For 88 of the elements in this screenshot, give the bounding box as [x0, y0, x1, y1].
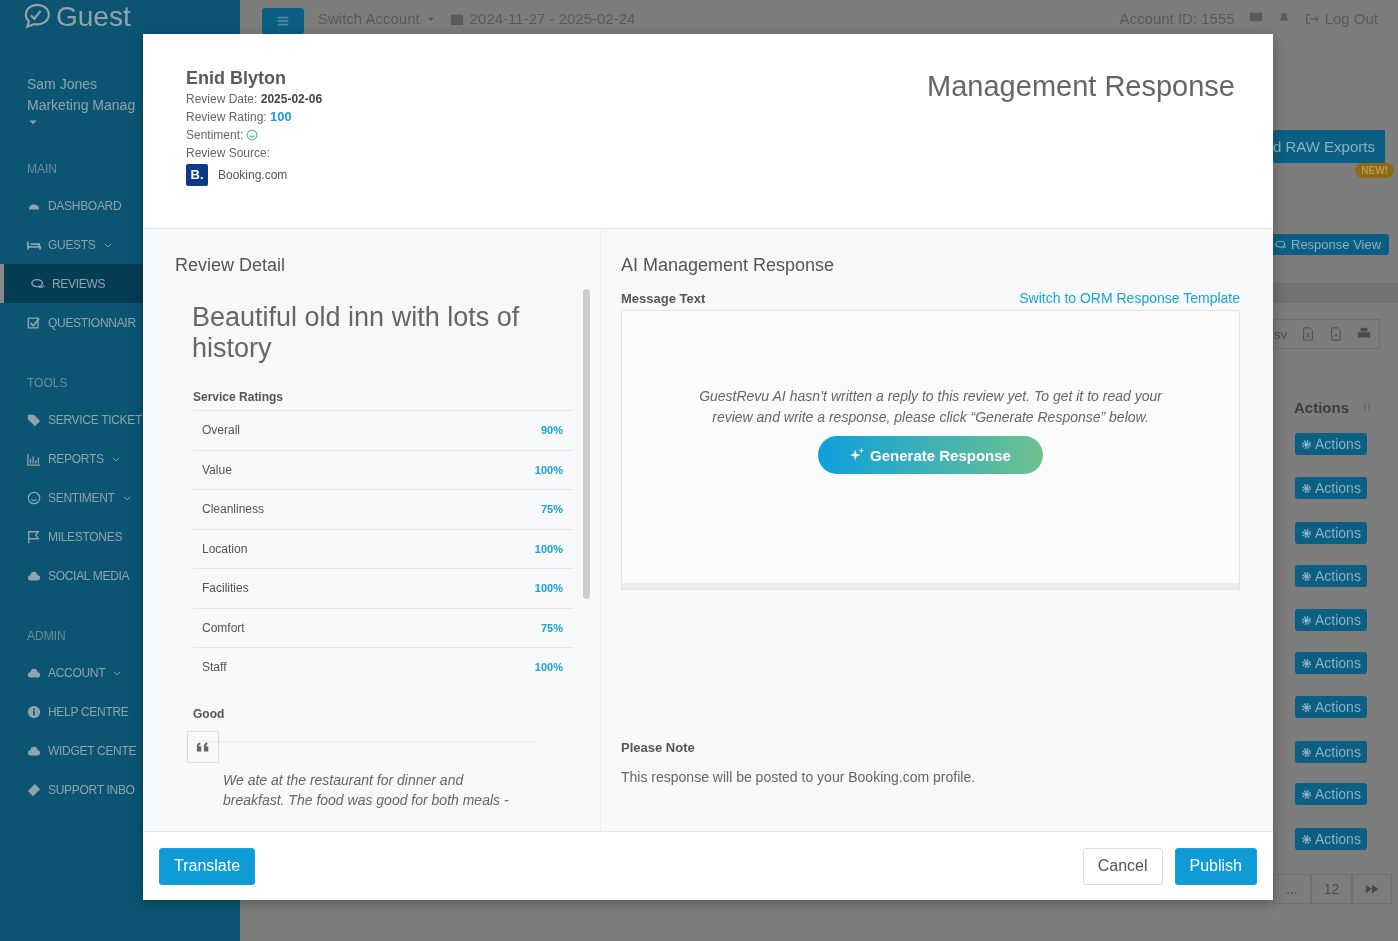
review-title: Beautiful old inn with lots of history	[192, 302, 521, 364]
cancel-button[interactable]: Cancel	[1082, 847, 1163, 885]
logo-text: Guest	[56, 1, 131, 33]
section-heading: TOOLS	[27, 376, 68, 390]
chat-icon	[31, 276, 45, 291]
actions-button[interactable]: Actions	[1295, 433, 1367, 455]
rating-label: Value	[202, 462, 232, 477]
sidebar-item[interactable]: DASHBOARD	[0, 186, 240, 225]
note-text: This response will be posted to your Booking.com profile.	[621, 769, 977, 785]
rating-value: 75%	[540, 621, 563, 634]
translate-button[interactable]: Translate	[159, 847, 256, 885]
excel-file-icon	[1301, 327, 1315, 341]
checkbox-icon	[27, 315, 41, 330]
sparkle-icon	[850, 448, 865, 462]
actions-button[interactable]: Actions	[1295, 522, 1367, 544]
publish-button[interactable]: Publish	[1174, 847, 1257, 885]
actions-button[interactable]: Actions	[1295, 565, 1367, 587]
gear-icon	[1301, 657, 1312, 669]
flag-icon	[27, 529, 41, 544]
scrollbar[interactable]	[583, 289, 590, 599]
info-icon	[27, 704, 41, 719]
chat-icon	[1275, 238, 1287, 251]
gear-icon	[1301, 527, 1312, 539]
rating-value: 100%	[534, 463, 563, 476]
actions-button[interactable]: Actions	[1295, 696, 1367, 718]
logout-icon	[1304, 11, 1319, 26]
gear-icon	[1301, 701, 1312, 713]
actions-button[interactable]: Actions	[1295, 652, 1367, 674]
dialog-title: Management Response	[927, 70, 1235, 104]
rating-label: Overall	[202, 423, 240, 438]
tag-icon	[27, 412, 41, 427]
column-header: Actions	[1294, 398, 1349, 416]
pdf-file-icon	[1329, 327, 1343, 341]
actions-button[interactable]: Actions	[1295, 741, 1367, 763]
note-heading: Please Note	[621, 740, 696, 755]
last-page-button[interactable]	[1352, 874, 1393, 904]
empty-message: GuestRevu AI hasn’t written a reply to this review yet. To get it to read your review and write a response, please click “Generate Response” below.	[698, 387, 1164, 427]
menu-icon	[276, 14, 290, 28]
rating-value: 90%	[540, 424, 563, 437]
section-heading: AI Management Response	[621, 255, 836, 276]
gear-icon	[1301, 570, 1312, 582]
ratings-heading: Service Ratings	[193, 390, 284, 404]
smiley-icon	[246, 129, 259, 141]
user-name: Sam Jones	[27, 75, 98, 94]
reviewer-name: Enid Blyton	[186, 67, 286, 90]
booking-logo: B.	[186, 164, 208, 186]
rating-value: 100%	[534, 661, 563, 674]
page-button[interactable]: ...	[1273, 874, 1311, 904]
field-label: Message Text	[621, 291, 706, 306]
rating-label: Cleanliness	[202, 502, 265, 517]
actions-button[interactable]: Actions	[1295, 828, 1367, 850]
good-heading: Good	[193, 706, 225, 721]
rating-label: Comfort	[202, 620, 245, 635]
gear-icon	[1301, 833, 1312, 845]
rating-label: Facilities	[202, 581, 249, 596]
rating-label: Staff	[202, 660, 227, 675]
bar-chart-icon	[27, 451, 41, 466]
sentiment-label: Sentiment:	[186, 127, 244, 144]
gear-icon	[1301, 788, 1312, 800]
review-source: Booking.com	[218, 167, 288, 184]
gear-icon	[1301, 438, 1312, 450]
menu-button[interactable]	[262, 8, 304, 34]
rating-value: 75%	[540, 503, 563, 516]
smiley-icon	[27, 490, 41, 505]
actions-button[interactable]: Actions	[1295, 783, 1367, 805]
gear-icon	[1301, 614, 1312, 626]
message-text-area[interactable]: GuestRevu AI hasn’t written a reply to this review yet. To get it to read your review and write a response, please click “Generate Response” below. Generate Response	[621, 310, 1240, 590]
response-view-button[interactable]: Response View	[1273, 234, 1390, 255]
user-role: Marketing Manag	[27, 96, 136, 115]
rating-label: Location	[202, 541, 248, 556]
switch-template-link[interactable]: Switch to ORM Response Template	[1019, 290, 1240, 306]
gear-icon	[1301, 482, 1312, 494]
review-rating: Review Rating: 100	[186, 108, 292, 126]
section-heading: ADMIN	[27, 629, 66, 643]
gear-icon	[1301, 746, 1312, 758]
generate-response-button[interactable]: Generate Response	[818, 436, 1043, 474]
section-heading: MAIN	[27, 162, 57, 176]
review-source-label: Review Source:	[186, 145, 271, 162]
actions-button[interactable]: Actions	[1295, 609, 1367, 631]
fast-forward-icon	[1365, 882, 1380, 896]
rating-value: 100%	[534, 582, 563, 595]
actions-button[interactable]: Actions	[1295, 477, 1367, 499]
review-text: We ate at the restaurant for dinner and breakfast. The food was good for both meals -	[205, 740, 538, 810]
rating-value: 100%	[534, 542, 563, 555]
print-icon	[1357, 327, 1371, 341]
raw-exports-button[interactable]: d RAW Exports	[1273, 130, 1385, 163]
review-date: Review Date: 2025-02-06	[186, 91, 323, 108]
new-badge: NEW!	[1355, 163, 1394, 178]
